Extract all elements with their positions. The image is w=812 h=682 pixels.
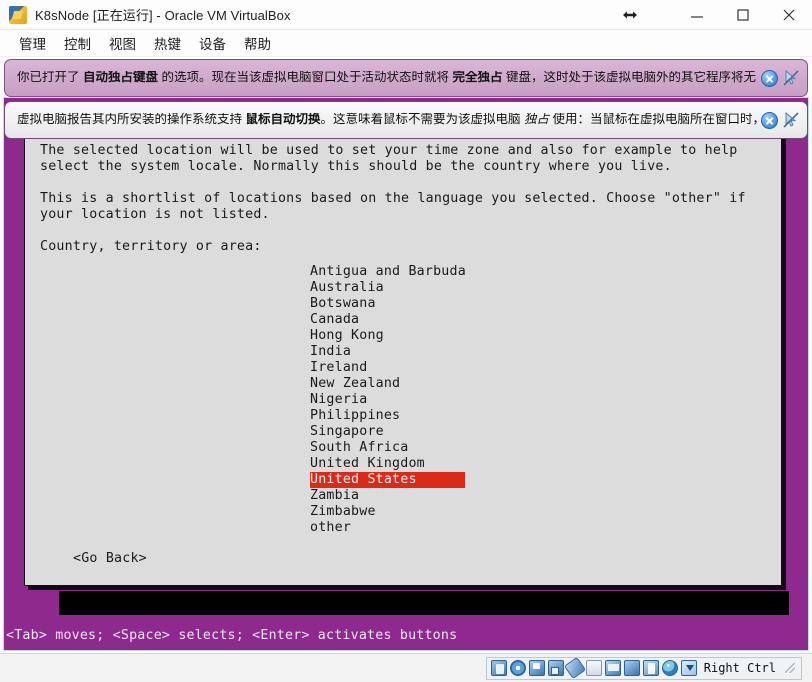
country-list-item[interactable]: United States <box>310 472 465 488</box>
notification-text-run: 使用：当鼠标在虚拟电脑所在窗口时， <box>549 113 761 127</box>
country-list[interactable]: Antigua and Barbuda Australia Botswana Cana… <box>310 264 466 536</box>
title-bar: K8sNode [正在运行] - Oracle VM VirtualBox <box>0 0 812 30</box>
country-list-item[interactable]: Canada <box>310 312 466 328</box>
country-list-item[interactable]: Zimbabwe <box>310 504 466 520</box>
mouse-pointer-disabled-icon[interactable] <box>782 111 800 129</box>
notification-text-run: 你已打开了 <box>17 71 83 85</box>
optical-drive-icon[interactable] <box>509 660 526 676</box>
menu-help[interactable]: 帮助 <box>235 31 280 55</box>
country-list-item[interactable]: Hong Kong <box>310 328 466 344</box>
window-title: K8sNode [正在运行] - Oracle VM VirtualBox <box>35 8 291 23</box>
notification-text-run: 键盘，这时处于该虚拟电脑外的其它程序将无 <box>502 71 756 85</box>
dialog-paragraph-1: The selected location will be used to se… <box>40 143 738 174</box>
guest-black-band <box>59 591 789 615</box>
country-list-item[interactable]: New Zealand <box>310 376 466 392</box>
country-list-item[interactable]: Ireland <box>310 360 466 376</box>
country-list-item[interactable]: Botswana <box>310 296 466 312</box>
shared-folders-icon[interactable] <box>585 660 602 676</box>
status-icon-tray: Right Ctrl <box>485 656 802 680</box>
installer-help-line: <Tab> moves; <Space> selects; <Enter> ac… <box>6 628 458 643</box>
network-icon[interactable] <box>547 660 564 676</box>
recording-icon[interactable] <box>642 660 659 676</box>
notification-text-run: 独占 <box>523 113 549 127</box>
menu-input[interactable]: 热键 <box>145 31 190 55</box>
menu-machine[interactable]: 控制 <box>55 31 100 55</box>
window-resize-grip[interactable] <box>785 663 795 673</box>
installer-dialog: The selected location will be used to se… <box>24 130 782 586</box>
country-list-item[interactable]: other <box>310 520 466 536</box>
virtualbox-window: K8sNode [正在运行] - Oracle VM VirtualBox 管理… <box>0 0 812 682</box>
country-list-item[interactable]: Antigua and Barbuda <box>310 264 466 280</box>
vm-guest-screen[interactable]: [!!] Select your location The selected l… <box>3 97 809 651</box>
country-list-item[interactable]: Zambia <box>310 488 466 504</box>
notification-2-actions <box>761 111 807 129</box>
notification-text-run: 鼠标自动切换 <box>245 113 321 127</box>
host-key-label: Right Ctrl <box>703 661 776 675</box>
menu-bar: 管理 控制 视图 热键 设备 帮助 <box>0 30 812 57</box>
hard-disk-icon[interactable] <box>490 660 507 676</box>
maximize-button[interactable] <box>720 0 766 30</box>
floppy-drive-icon[interactable] <box>528 660 545 676</box>
notification-text-run: 虚拟电脑报告其内所安装的操作系统支持 <box>17 113 246 127</box>
menu-manage[interactable]: 管理 <box>10 31 55 55</box>
notification-text-run: 自动独占键盘 <box>82 71 158 85</box>
close-button[interactable] <box>766 0 812 30</box>
close-icon[interactable] <box>761 111 778 129</box>
debian-installer: [!!] Select your location The selected l… <box>4 98 808 650</box>
menu-view[interactable]: 视图 <box>100 31 145 55</box>
host-key-icon[interactable] <box>680 660 697 676</box>
dialog-paragraph-2: This is a shortlist of locations based o… <box>40 191 746 222</box>
dialog-label-country: Country, territory or area: <box>40 239 262 254</box>
virtualization-icon[interactable] <box>661 660 678 676</box>
notification-2-text: 虚拟电脑报告其内所安装的操作系统支持 鼠标自动切换。这意味着鼠标不需要为该虚拟电… <box>5 113 761 127</box>
country-list-item[interactable]: South Africa <box>310 440 466 456</box>
menu-devices[interactable]: 设备 <box>190 31 235 55</box>
notification-1-text: 你已打开了 自动独占键盘 的选项。现在当该虚拟电脑窗口处于活动状态时就将 完全独… <box>5 71 761 85</box>
country-list-item[interactable]: Singapore <box>310 424 466 440</box>
notification-1-actions <box>761 69 807 87</box>
mouse-pointer-disabled-icon[interactable] <box>782 69 800 87</box>
usb-icon[interactable] <box>563 656 586 680</box>
close-icon[interactable] <box>761 69 778 87</box>
go-back-button[interactable]: <Go Back> <box>73 551 147 566</box>
notification-auto-capture-keyboard: 你已打开了 自动独占键盘 的选项。现在当该虚拟电脑窗口处于活动状态时就将 完全独… <box>4 59 808 97</box>
country-list-item[interactable]: Nigeria <box>310 392 466 408</box>
notification-mouse-integration: 虚拟电脑报告其内所安装的操作系统支持 鼠标自动切换。这意味着鼠标不需要为该虚拟电… <box>4 101 808 139</box>
shared-clipboard-icon[interactable] <box>623 660 640 676</box>
notification-text-run: 的选项。现在当该虚拟电脑窗口处于活动状态时就将 <box>158 71 453 85</box>
notification-text-run: 。这意味着鼠标不需要为该虚拟电脑 <box>320 113 524 127</box>
notification-text-run: 完全独占 <box>452 71 503 85</box>
country-list-item[interactable]: Australia <box>310 280 466 296</box>
country-list-item[interactable]: United Kingdom <box>310 456 466 472</box>
resize-arrow-icon[interactable] <box>610 0 650 30</box>
virtualbox-icon <box>9 5 27 24</box>
country-list-item[interactable]: India <box>310 344 466 360</box>
window-controls <box>610 0 812 30</box>
country-list-item[interactable]: Philippines <box>310 408 466 424</box>
display-icon[interactable] <box>604 660 621 676</box>
minimize-button[interactable] <box>674 0 720 30</box>
vm-status-bar: Right Ctrl <box>0 653 812 682</box>
